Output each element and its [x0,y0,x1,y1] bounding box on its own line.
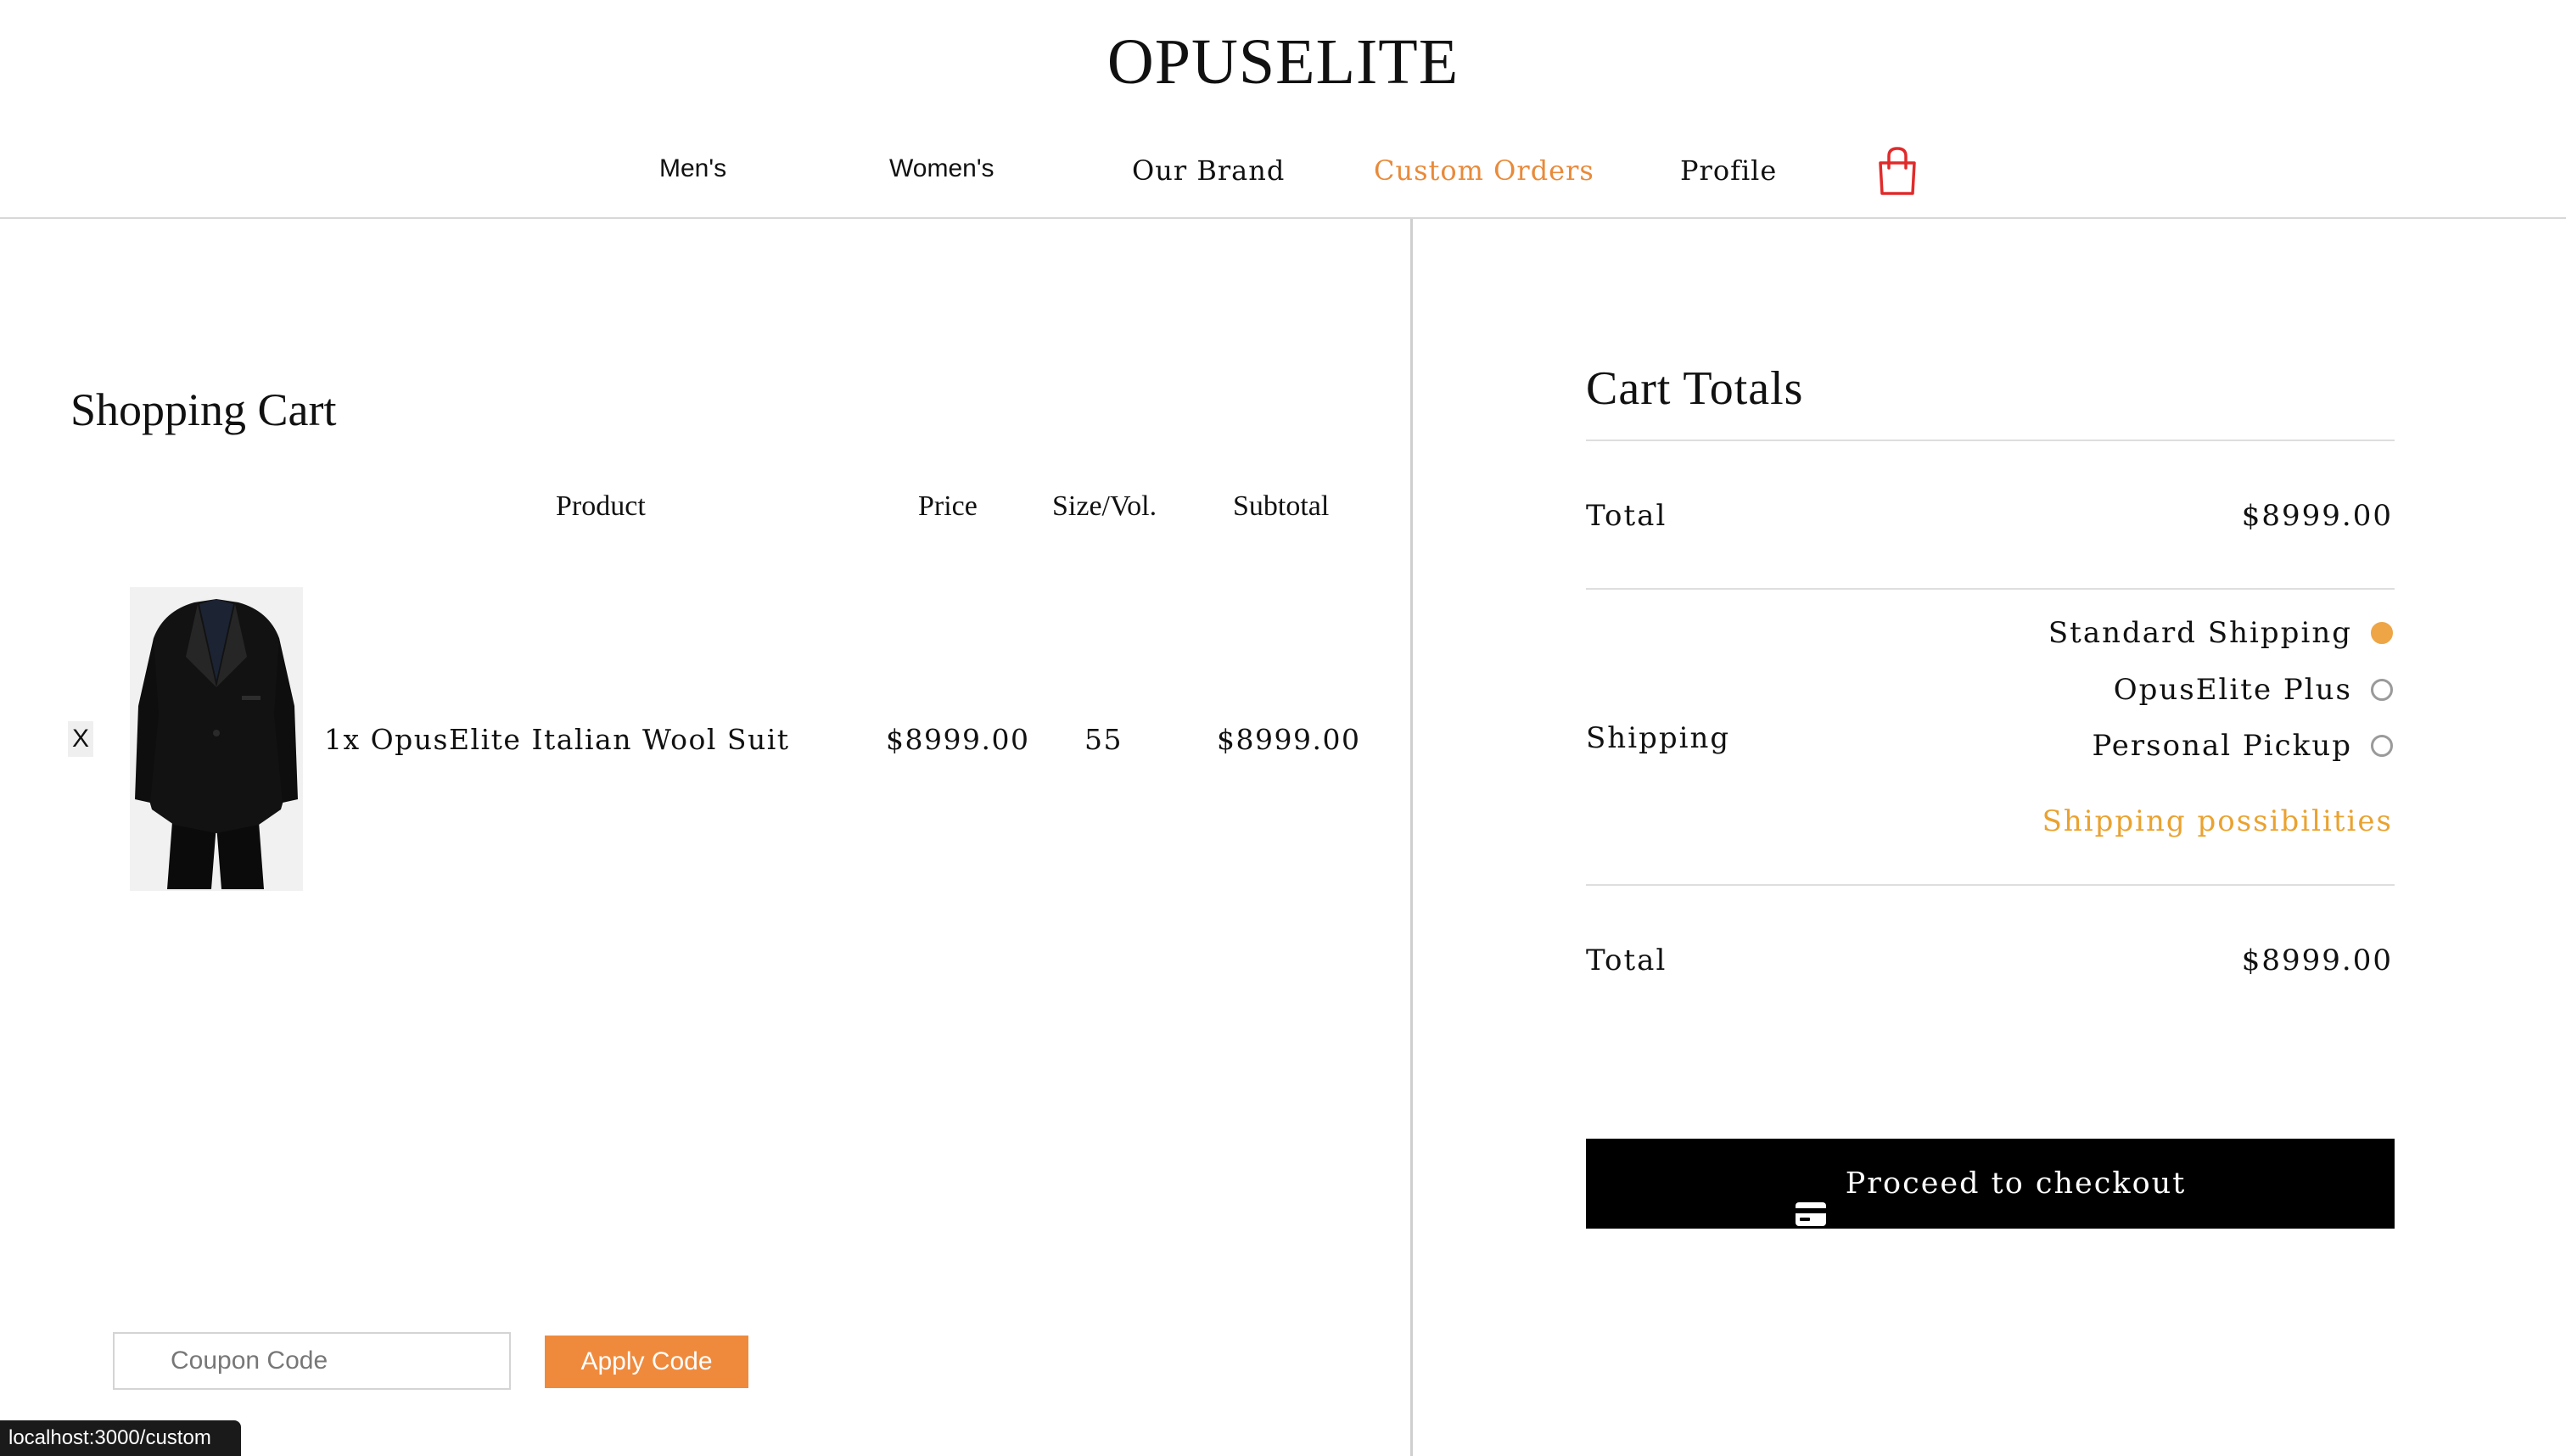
product-subtotal: $8999.00 [1217,723,1361,756]
panel-divider [1410,219,1413,1456]
shipping-option-label: Personal Pickup [2092,729,2352,763]
header-divider [0,217,2566,219]
cart-title: Shopping Cart [70,384,337,435]
grand-total-value: $8999.00 [2241,944,2393,977]
column-header-product: Product [556,490,646,522]
main-nav: Men's Women's Our Brand Custom Orders Pr… [0,143,2566,210]
nav-profile[interactable]: Profile [1680,154,1777,187]
product-price: $8999.00 [886,723,1030,756]
column-header-subtotal: Subtotal [1233,490,1330,522]
total-value: $8999.00 [2241,499,2393,533]
totals-divider [1586,588,2395,590]
shipping-option-label: OpusElite Plus [2113,673,2352,707]
shipping-option-opuselite-plus[interactable]: OpusElite Plus [2114,673,2393,707]
radio-unselected-icon[interactable] [2371,679,2393,701]
radio-selected-icon[interactable] [2371,622,2393,644]
credit-card-icon [1795,1173,1827,1226]
browser-status-url: localhost:3000/custom [0,1420,241,1456]
apply-code-button[interactable]: Apply Code [545,1336,748,1388]
totals-divider [1586,884,2395,886]
proceed-to-checkout-button[interactable]: Proceed to checkout [1586,1139,2395,1229]
nav-our-brand[interactable]: Our Brand [1132,154,1285,187]
shipping-option-personal-pickup[interactable]: Personal Pickup [2092,729,2393,763]
product-name[interactable]: 1x OpusElite Italian Wool Suit [324,723,790,756]
checkout-label: Proceed to checkout [1845,1167,2187,1201]
nav-womens[interactable]: Women's [889,154,994,183]
column-header-size: Size/Vol. [1052,490,1157,522]
remove-item-button[interactable]: X [68,721,93,757]
coupon-code-input[interactable] [113,1332,511,1390]
totals-divider [1586,440,2395,441]
nav-custom-orders[interactable]: Custom Orders [1374,154,1594,187]
shipping-option-label: Standard Shipping [2048,616,2352,650]
product-size: 55 [1084,723,1123,756]
product-image[interactable] [130,587,303,891]
shopping-bag-icon[interactable] [1877,146,1918,197]
radio-unselected-icon[interactable] [2371,735,2393,757]
brand-logo[interactable]: OPUSELITE [0,25,2566,99]
shipping-possibilities-link[interactable]: Shipping possibilities [2042,804,2393,838]
grand-total-label: Total [1586,944,1667,977]
shipping-option-standard[interactable]: Standard Shipping [2048,616,2393,650]
nav-mens[interactable]: Men's [659,154,726,183]
total-label: Total [1586,499,1667,533]
column-header-price: Price [918,490,978,522]
shipping-label: Shipping [1586,721,1731,755]
cart-totals-title: Cart Totals [1586,362,1804,415]
